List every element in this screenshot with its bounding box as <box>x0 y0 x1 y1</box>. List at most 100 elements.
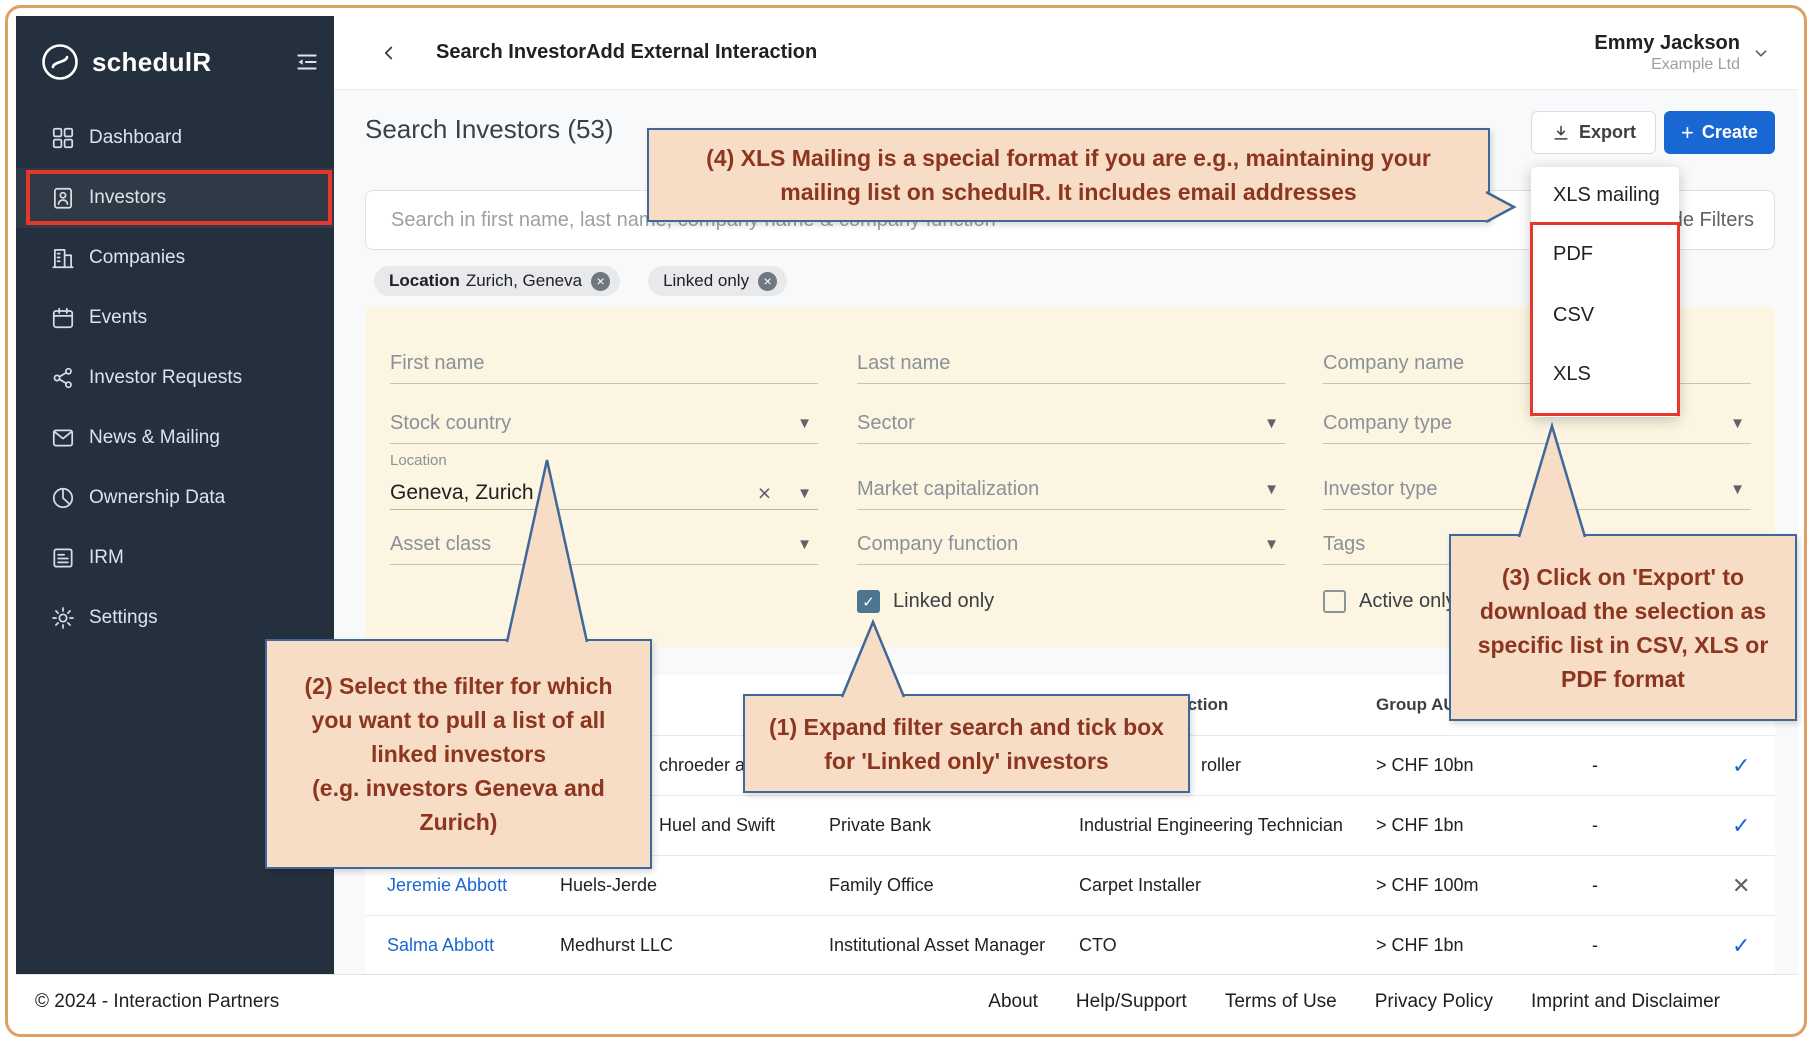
chevron-down-icon: ▼ <box>1730 481 1751 498</box>
remove-chip-icon[interactable]: × <box>591 272 610 291</box>
chevron-down-icon: ▼ <box>797 536 818 553</box>
footer-link-about[interactable]: About <box>988 991 1038 1013</box>
logo-icon <box>40 42 80 82</box>
user-name: Emmy Jackson <box>1594 32 1740 55</box>
callout-1-arrow <box>838 620 908 699</box>
chevron-down-icon: ▼ <box>1264 481 1285 498</box>
first-name-field[interactable]: First name <box>390 344 818 384</box>
field-label: Tags <box>1323 533 1365 556</box>
active-filter-chips: Location Zurich, Geneva × Linked only × <box>374 266 787 296</box>
create-button[interactable]: + Create <box>1664 111 1775 154</box>
sidebar-item-investor-requests[interactable]: Investor Requests <box>16 348 334 408</box>
callout-4-arrow <box>1484 190 1516 224</box>
sidebar-item-label: Events <box>89 307 147 329</box>
chevron-down-icon: ▼ <box>1264 415 1285 432</box>
tab-search-investor[interactable]: Search Investor <box>436 41 586 64</box>
app-name: schedulR <box>92 47 294 78</box>
remove-chip-icon[interactable]: × <box>758 272 777 291</box>
footer-link-privacy-policy[interactable]: Privacy Policy <box>1375 991 1493 1013</box>
table-row[interactable]: Salma Abbott Medhurst LLC Institutional … <box>365 915 1775 975</box>
linked-status-icon: ✓ <box>1732 813 1775 839</box>
footer-link-imprint-disclaimer[interactable]: Imprint and Disclaimer <box>1531 991 1720 1013</box>
sidebar-item-companies[interactable]: Companies <box>16 228 334 288</box>
field-label: Asset class <box>390 533 491 556</box>
active-only-checkbox[interactable]: Active only <box>1323 590 1456 613</box>
sidebar-item-label: IRM <box>89 547 124 569</box>
cell-col6: - <box>1592 815 1732 836</box>
field-label: Market capitalization <box>857 478 1039 501</box>
footer-link-help-support[interactable]: Help/Support <box>1076 991 1187 1013</box>
field-label: Investor type <box>1323 478 1438 501</box>
user-menu[interactable]: Emmy Jackson Example Ltd <box>1594 16 1772 90</box>
sidebar-item-label: Settings <box>89 607 158 629</box>
field-label: Company function <box>857 533 1018 556</box>
cell-col6: - <box>1592 755 1732 776</box>
checkbox-unchecked-icon[interactable] <box>1323 590 1346 613</box>
menu-item-xls-mailing[interactable]: XLS mailing <box>1531 175 1679 215</box>
checkbox-checked-icon[interactable]: ✓ <box>857 590 880 613</box>
linked-only-checkbox[interactable]: ✓ Linked only <box>857 590 994 613</box>
field-label: Last name <box>857 352 950 375</box>
sidebar-item-news-mailing[interactable]: News & Mailing <box>16 408 334 468</box>
filter-chip-location[interactable]: Location Zurich, Geneva × <box>374 266 620 296</box>
last-name-field[interactable]: Last name <box>857 344 1285 384</box>
cell-company-function: Carpet Installer <box>1079 875 1376 896</box>
sidebar-item-irm[interactable]: IRM <box>16 528 334 588</box>
sidebar-item-ownership-data[interactable]: Ownership Data <box>16 468 334 528</box>
chip-label-bold: Location <box>389 271 460 291</box>
menu-item-csv[interactable]: CSV <box>1531 287 1679 343</box>
sidebar-collapse-icon[interactable] <box>294 49 320 75</box>
chip-label: Linked only <box>663 271 749 291</box>
sidebar-item-dashboard[interactable]: Dashboard <box>16 108 334 168</box>
linked-status-icon: ✕ <box>1732 873 1775 899</box>
sidebar-item-investors[interactable]: Investors <box>16 168 334 228</box>
export-dropdown-menu: XLS mailing PDF CSV XLS <box>1531 167 1679 417</box>
cell-company-type: Family Office <box>829 875 1079 896</box>
menu-item-pdf[interactable]: PDF <box>1531 226 1679 282</box>
asset-class-select[interactable]: Asset class ▼ <box>390 525 818 565</box>
export-button[interactable]: Export <box>1531 111 1656 154</box>
cell-group-aum: > CHF 10bn <box>1376 755 1592 776</box>
clear-location-icon[interactable]: × <box>758 482 771 505</box>
linked-status-icon: ✓ <box>1732 753 1775 779</box>
location-select[interactable]: Location Geneva, Zurich × ▼ <box>390 452 818 510</box>
footer: © 2024 - Interaction Partners About Help… <box>16 974 1798 1028</box>
cell-company-function: CTO <box>1079 935 1376 956</box>
sidebar-item-label: Companies <box>89 247 185 269</box>
sector-select[interactable]: Sector ▼ <box>857 404 1285 444</box>
sidebar-nav: Dashboard Investors Companies Events Inv… <box>16 108 334 648</box>
tab-add-external-interaction[interactable]: Add External Interaction <box>586 41 817 64</box>
field-label: Sector <box>857 412 915 435</box>
export-button-label: Export <box>1579 122 1636 143</box>
footer-links: About Help/Support Terms of Use Privacy … <box>988 991 1798 1013</box>
sidebar-item-label: Ownership Data <box>89 487 225 509</box>
investor-name-link[interactable]: Salma Abbott <box>387 935 560 956</box>
user-company: Example Ltd <box>1594 56 1740 74</box>
pie-chart-icon <box>50 485 76 511</box>
filter-chip-linked-only[interactable]: Linked only × <box>648 266 787 296</box>
create-button-label: Create <box>1702 122 1758 143</box>
download-icon <box>1551 123 1571 143</box>
back-button[interactable] <box>378 42 400 64</box>
linked-status-icon: ✓ <box>1732 933 1775 959</box>
callout-3-arrow <box>1515 424 1589 539</box>
copyright-text: © 2024 - Interaction Partners <box>35 991 279 1013</box>
menu-item-xls[interactable]: XLS <box>1531 346 1679 402</box>
plus-icon: + <box>1681 122 1694 144</box>
chevron-down-icon <box>1750 42 1772 64</box>
cell-company-type: Private Bank <box>829 815 1079 836</box>
document-icon <box>50 545 76 571</box>
chevron-down-icon: ▼ <box>797 415 818 432</box>
footer-link-terms-of-use[interactable]: Terms of Use <box>1225 991 1337 1013</box>
cell-group-aum: > CHF 1bn <box>1376 815 1592 836</box>
gear-icon <box>50 605 76 631</box>
screenshot-frame: schedulR Dashboard Investors Companies E… <box>0 0 1814 1044</box>
stock-country-select[interactable]: Stock country▼ <box>390 404 818 444</box>
company-function-select[interactable]: Company function▼ <box>857 525 1285 565</box>
investor-name-link[interactable]: Jeremie Abbott <box>387 875 560 896</box>
cell-company-function: Industrial Engineering Technician <box>1079 815 1376 836</box>
sidebar-item-events[interactable]: Events <box>16 288 334 348</box>
sidebar-item-label: Dashboard <box>89 127 182 149</box>
field-label: Company name <box>1323 352 1464 375</box>
market-capitalization-select[interactable]: Market capitalization ▼ <box>857 470 1285 510</box>
